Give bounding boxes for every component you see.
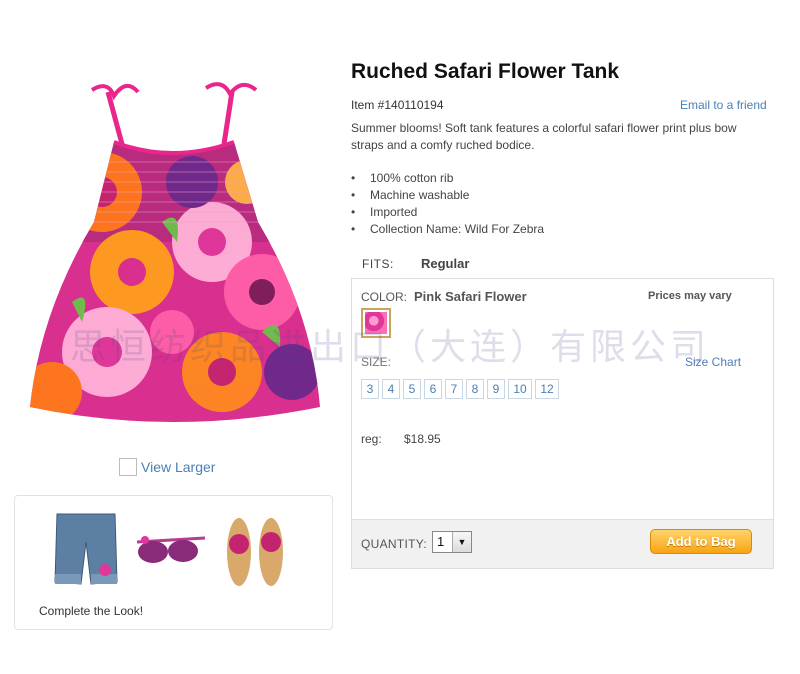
email-to-friend-link[interactable]: Email to a friend <box>680 98 767 112</box>
prices-may-vary-note: Prices may vary <box>648 290 732 302</box>
item-number: Item #140110194 <box>351 98 444 112</box>
size-option-8[interactable]: 8 <box>466 379 484 399</box>
image-placeholder-icon <box>119 458 137 476</box>
look-item-sunglasses[interactable] <box>135 534 207 573</box>
quantity-select[interactable]: 1 ▼ <box>432 531 472 553</box>
feature-list: 100% cotton rib Machine washable Importe… <box>351 170 544 238</box>
size-option-12[interactable]: 12 <box>535 379 559 399</box>
look-item-sandals[interactable] <box>219 512 291 593</box>
complete-the-look-caption: Complete the Look! <box>39 604 144 618</box>
view-larger-link[interactable]: View Larger <box>119 458 215 476</box>
color-label: COLOR: <box>361 290 408 304</box>
color-value: Pink Safari Flower <box>414 289 527 304</box>
size-option-5[interactable]: 5 <box>403 379 421 399</box>
fits-label: FITS: <box>362 257 394 271</box>
feature-item: Machine washable <box>351 187 544 204</box>
regular-price: $18.95 <box>404 432 441 446</box>
quantity-label: QUANTITY: <box>361 537 428 551</box>
product-title: Ruched Safari Flower Tank <box>351 60 620 83</box>
product-image[interactable] <box>22 72 327 442</box>
complete-the-look-panel: Complete the Look! <box>14 495 333 630</box>
size-label: SIZE: <box>361 355 392 369</box>
size-option-7[interactable]: 7 <box>445 379 463 399</box>
view-larger-label: View Larger <box>141 459 216 475</box>
product-description: Summer blooms! Soft tank features a colo… <box>351 121 737 152</box>
feature-item: 100% cotton rib <box>351 170 544 187</box>
feature-item: Collection Name: Wild For Zebra <box>351 221 544 238</box>
quantity-value: 1 <box>437 534 445 549</box>
size-option-4[interactable]: 4 <box>382 379 400 399</box>
size-option-6[interactable]: 6 <box>424 379 442 399</box>
dropdown-arrow-icon: ▼ <box>452 532 471 552</box>
add-to-bag-button[interactable]: Add to Bag <box>650 529 752 554</box>
feature-item: Imported <box>351 204 544 221</box>
regular-price-label: reg: <box>361 432 382 446</box>
size-option-9[interactable]: 9 <box>487 379 505 399</box>
size-option-3[interactable]: 3 <box>361 379 379 399</box>
look-item-denim-shorts[interactable] <box>53 512 119 593</box>
fits-value: Regular <box>421 256 470 271</box>
color-swatch-pink-safari-flower[interactable] <box>361 308 391 338</box>
size-selector: 3 4 5 6 7 8 9 10 12 <box>361 379 559 399</box>
size-chart-link[interactable]: Size Chart <box>685 355 741 369</box>
size-option-10[interactable]: 10 <box>508 379 532 399</box>
purchase-options-panel <box>351 278 774 569</box>
